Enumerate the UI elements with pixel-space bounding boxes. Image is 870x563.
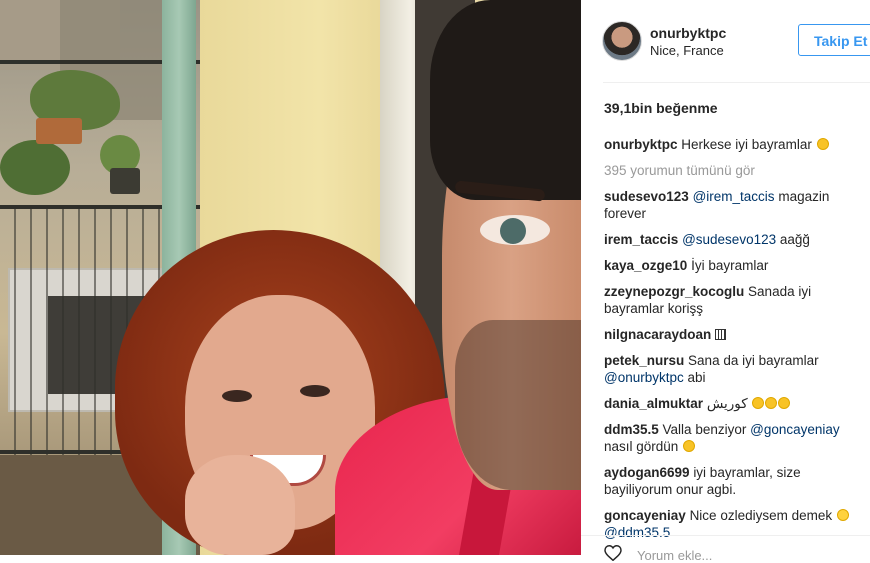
comment-username[interactable]: petek_nursu	[604, 353, 684, 368]
like-count[interactable]: 39,1bin beğenme	[604, 100, 718, 116]
comment-text: nasıl gördün	[604, 439, 679, 454]
comment-item: petek_nursu Sana da iyi bayramlar @onurb…	[604, 352, 866, 386]
photo-woman-hand	[185, 455, 295, 555]
photo-woman-eye	[300, 385, 330, 397]
add-comment-input[interactable]: Yorum ekle...	[637, 548, 712, 563]
photo-pot	[110, 168, 140, 194]
laughing-emoji-icon	[836, 509, 849, 521]
comment-text: كوريش	[706, 396, 748, 411]
heart-eyes-emoji-icon	[752, 397, 765, 409]
heart-eyes-emoji-icon	[778, 397, 791, 409]
post-photo[interactable]	[0, 0, 581, 555]
comment-username[interactable]: kaya_ozge10	[604, 258, 687, 273]
comment-list: onurbyktpc Herkese iyi bayramlar 395 yor…	[604, 136, 866, 550]
comment-item: irem_taccis @sudesevo123 aağğ	[604, 231, 866, 248]
post-location[interactable]: Nice, France	[650, 43, 724, 58]
heart-icon[interactable]	[604, 545, 622, 561]
unknown-glyph-icon	[715, 329, 727, 340]
comment-username[interactable]: goncayeniay	[604, 508, 686, 523]
post-footer: Yorum ekle...	[581, 535, 870, 563]
comment-item: kaya_ozge10 İyi bayramlar	[604, 257, 866, 274]
comment-item: nilgnacaraydoan	[604, 326, 866, 343]
photo-pot	[36, 118, 82, 144]
photo-man-hair	[430, 0, 581, 200]
post-info-panel: onurbyktpc Nice, France Takip Et 39,1bin…	[581, 0, 870, 563]
follow-button[interactable]: Takip Et	[798, 24, 870, 56]
comment-username[interactable]: dania_almuktar	[604, 396, 703, 411]
photo-plant	[0, 140, 70, 195]
comment-text: Valla benziyor	[662, 422, 747, 437]
comment-mention[interactable]: @goncayeniay	[750, 422, 840, 437]
comment-item: ddm35.5 Valla benziyor @goncayeniay nası…	[604, 421, 866, 455]
smiley-emoji-icon	[816, 138, 829, 150]
comment-username[interactable]: onurbyktpc	[604, 137, 678, 152]
header-divider	[603, 82, 870, 83]
comment-username[interactable]: ddm35.5	[604, 422, 659, 437]
comment-text: aağğ	[779, 232, 810, 247]
comment-mention[interactable]: @irem_taccis	[693, 189, 775, 204]
post-header: onurbyktpc Nice, France Takip Et	[581, 0, 870, 82]
comment-item: zzeynepozgr_kocoglu Sanada iyi bayramlar…	[604, 283, 866, 317]
photo-woman-eye	[222, 390, 252, 402]
comment-item: sudesevo123 @irem_taccis magazin forever	[604, 188, 866, 222]
comment-username[interactable]: sudesevo123	[604, 189, 689, 204]
photo-man-beard	[455, 320, 581, 490]
view-all-comments-link[interactable]: 395 yorumun tümünü gör	[604, 162, 866, 179]
comment-text: abi	[687, 370, 706, 385]
comment-username[interactable]: irem_taccis	[604, 232, 678, 247]
comment-item: aydogan6699 iyi bayramlar, size bayiliyo…	[604, 464, 866, 498]
comment-username[interactable]: zzeynepozgr_kocoglu	[604, 284, 744, 299]
comment-username[interactable]: aydogan6699	[604, 465, 690, 480]
comment-text: İyi bayramlar	[691, 258, 769, 273]
post-username[interactable]: onurbyktpc	[650, 25, 726, 41]
caption: onurbyktpc Herkese iyi bayramlar	[604, 136, 866, 153]
photo-man-iris	[500, 218, 526, 244]
comment-mention[interactable]: @onurbyktpc	[604, 370, 684, 385]
comment-username[interactable]: nilgnacaraydoan	[604, 327, 711, 342]
caption-text: Herkese iyi bayramlar	[681, 137, 812, 152]
avatar[interactable]	[602, 21, 642, 61]
comment-text: Nice ozlediysem demek	[689, 508, 833, 523]
comment-mention[interactable]: @sudesevo123	[682, 232, 776, 247]
comment-text: Sana da iyi bayramlar	[688, 353, 819, 368]
comment-item: dania_almuktar كوريش	[604, 395, 866, 412]
heart-eyes-emoji-icon	[765, 397, 778, 409]
smiley-emoji-icon	[683, 440, 696, 452]
